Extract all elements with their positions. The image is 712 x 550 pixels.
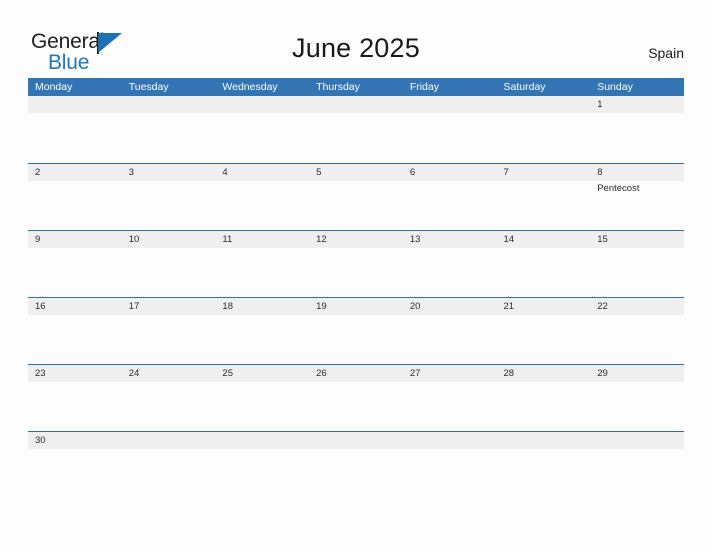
- day-number: 27: [409, 368, 421, 379]
- calendar-day-cell-empty: [122, 432, 216, 471]
- calendar-week-row: 30: [28, 431, 684, 471]
- calendar-day-cell-empty: [28, 96, 122, 163]
- calendar-page: General Blue June 2025 Spain Monday Tuesd…: [0, 0, 712, 550]
- calendar-day-cell[interactable]: 15: [590, 231, 684, 297]
- calendar-day-cell[interactable]: 22: [590, 298, 684, 364]
- calendar-week-row: 16 17 18 19 20 21 22: [28, 297, 684, 364]
- calendar-day-cell[interactable]: 25: [215, 365, 309, 431]
- calendar-day-cell[interactable]: 8 Pentecost: [590, 164, 684, 230]
- day-number: 14: [503, 234, 515, 245]
- day-number: 22: [597, 301, 608, 312]
- calendar-day-cell[interactable]: 3: [122, 164, 216, 230]
- page-header: General Blue June 2025 Spain: [0, 0, 712, 78]
- day-number: 16: [35, 301, 46, 312]
- calendar-day-cell-empty: [497, 432, 591, 471]
- day-number: 6: [409, 167, 416, 178]
- day-number: 24: [128, 368, 140, 379]
- calendar-day-cell[interactable]: 14: [497, 231, 591, 297]
- calendar-week-days: 23 24 25 26 27 28 29: [28, 365, 684, 431]
- day-number: 1: [597, 99, 603, 110]
- calendar-week-days: 16 17 18 19 20 21 22: [28, 298, 684, 364]
- calendar-day-cell[interactable]: 7: [497, 164, 591, 230]
- calendar-day-cell[interactable]: 30: [28, 432, 122, 471]
- calendar-day-cell[interactable]: 11: [215, 231, 309, 297]
- day-of-week-header-row: Monday Tuesday Wednesday Thursday Friday Satu…: [28, 78, 684, 96]
- calendar-day-cell[interactable]: 5: [309, 164, 403, 230]
- calendar-week-row: 9 10 11 12 13 14 15: [28, 230, 684, 297]
- calendar-week-row: 23 24 25 26 27 28 29: [28, 364, 684, 431]
- calendar-week-days: 2 3 4 5 6 7 8 Pentecost: [28, 164, 684, 230]
- day-of-week-header: Sunday: [597, 81, 633, 93]
- calendar-day-cell[interactable]: 2: [28, 164, 122, 230]
- calendar-grid: Monday Tuesday Wednesday Thursday Friday Satu…: [28, 78, 684, 471]
- calendar-day-cell-empty: [403, 96, 497, 163]
- calendar-day-cell[interactable]: 29: [590, 365, 684, 431]
- calendar-day-cell[interactable]: 27: [403, 365, 497, 431]
- calendar-day-cell[interactable]: 16: [28, 298, 122, 364]
- calendar-day-cell[interactable]: 6: [403, 164, 497, 230]
- calendar-day-cell-empty: [590, 432, 684, 471]
- calendar-day-cell-empty: [309, 432, 403, 471]
- day-number: 12: [316, 234, 327, 245]
- calendar-week-days: 1: [28, 96, 684, 163]
- calendar-day-cell[interactable]: 26: [309, 365, 403, 431]
- calendar-day-cell[interactable]: 28: [497, 365, 591, 431]
- calendar-week-days: 9 10 11 12 13 14 15: [28, 231, 684, 297]
- calendar-day-cell[interactable]: 9: [28, 231, 122, 297]
- day-number: 7: [503, 167, 509, 178]
- calendar-day-cell[interactable]: 23: [28, 365, 122, 431]
- country-label: Spain: [648, 45, 684, 61]
- day-number: 26: [316, 368, 327, 379]
- day-number: 4: [222, 167, 228, 178]
- day-number: 2: [35, 167, 41, 178]
- calendar-day-cell-empty: [309, 96, 403, 163]
- holiday-event-label: Pentecost: [597, 183, 640, 194]
- calendar-day-cell[interactable]: 21: [497, 298, 591, 364]
- calendar-day-cell[interactable]: 12: [309, 231, 403, 297]
- calendar-day-cell-empty: [215, 432, 309, 471]
- day-number: 30: [35, 435, 46, 446]
- day-number: 3: [128, 167, 134, 178]
- day-number: 21: [503, 301, 515, 312]
- day-number: 9: [35, 234, 41, 245]
- calendar-day-cell[interactable]: 10: [122, 231, 216, 297]
- calendar-day-cell[interactable]: 13: [403, 231, 497, 297]
- calendar-day-cell-empty: [122, 96, 216, 163]
- calendar-day-cell-empty: [215, 96, 309, 163]
- day-of-week-header: Thursday: [316, 81, 360, 93]
- day-number: 23: [35, 368, 46, 379]
- calendar-day-cell[interactable]: 19: [309, 298, 403, 364]
- day-number: 13: [409, 234, 421, 245]
- calendar-week-row: 1: [28, 96, 684, 163]
- calendar-day-cell[interactable]: 24: [122, 365, 216, 431]
- day-number: 10: [128, 234, 140, 245]
- calendar-day-cell-empty: [403, 432, 497, 471]
- calendar-day-cell[interactable]: 18: [215, 298, 309, 364]
- calendar-day-cell[interactable]: 1: [590, 96, 684, 163]
- calendar-week-days: 30: [28, 432, 684, 471]
- day-number: 20: [409, 301, 421, 312]
- day-number: 25: [222, 368, 233, 379]
- page-title: June 2025: [292, 33, 420, 63]
- calendar-week-row: 2 3 4 5 6 7 8 Pentecost: [28, 163, 684, 230]
- day-number: 11: [222, 234, 233, 245]
- calendar-day-cell-empty: [497, 96, 591, 163]
- day-number: 28: [503, 368, 515, 379]
- calendar-weeks: 1 2 3 4 5 6 7 8 Pentecost 9 10 11 12 13 14 15 16 17 18 19 20…: [28, 96, 684, 471]
- day-number: 15: [597, 234, 608, 245]
- day-of-week-header: Saturday: [503, 81, 546, 93]
- day-number: 17: [128, 301, 140, 312]
- day-of-week-header: Friday: [409, 81, 439, 93]
- day-number: 8: [597, 167, 603, 178]
- day-of-week-header: Monday: [35, 81, 73, 93]
- day-number: 5: [316, 167, 322, 178]
- calendar-day-cell[interactable]: 4: [215, 164, 309, 230]
- day-number: 18: [222, 301, 233, 312]
- calendar-day-cell[interactable]: 20: [403, 298, 497, 364]
- day-of-week-header: Tuesday: [128, 81, 169, 93]
- calendar-day-cell[interactable]: 17: [122, 298, 216, 364]
- day-number: 29: [597, 368, 608, 379]
- day-of-week-header: Wednesday: [222, 81, 278, 93]
- day-number: 19: [316, 301, 327, 312]
